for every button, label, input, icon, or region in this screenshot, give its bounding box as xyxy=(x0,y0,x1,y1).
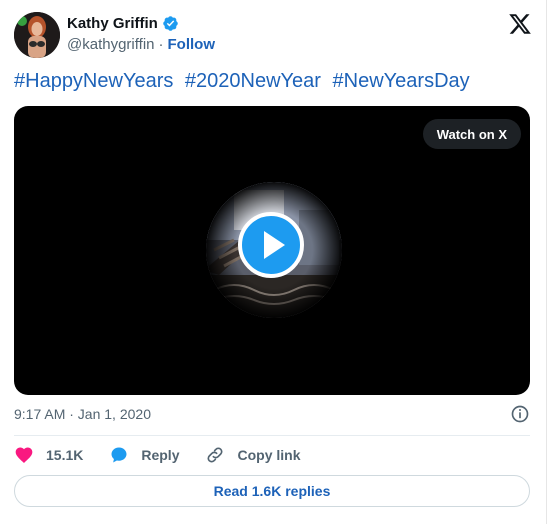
tweet-embed-card: Kathy Griffin @kathygriffin · Follow #Ha… xyxy=(0,0,547,524)
tweet-text: #HappyNewYears #2020NewYear #NewYearsDay xyxy=(14,70,470,93)
author-name-row: Kathy Griffin xyxy=(67,15,179,32)
like-button[interactable]: 15.1K xyxy=(14,445,83,465)
author-name[interactable]: Kathy Griffin xyxy=(67,15,158,32)
author-handle-row: @kathygriffin · Follow xyxy=(67,36,215,53)
author-handle[interactable]: @kathygriffin xyxy=(67,36,155,53)
hashtag-2020newyear[interactable]: #2020NewYear xyxy=(185,70,321,92)
verified-badge-icon xyxy=(163,16,178,31)
tweet-actions: 15.1K Reply Copy link xyxy=(14,444,327,466)
tweet-meta: 9:17 AM · Jan 1, 2020 xyxy=(14,404,530,426)
video-player[interactable]: Watch on X xyxy=(14,106,530,395)
copy-link-button[interactable]: Copy link xyxy=(205,445,301,465)
watch-on-x-button[interactable]: Watch on X xyxy=(422,119,521,149)
play-icon[interactable] xyxy=(238,212,304,278)
avatar[interactable] xyxy=(14,12,60,58)
x-logo-icon[interactable] xyxy=(508,12,532,36)
like-count: 15.1K xyxy=(46,447,84,463)
hashtag-newyearsday[interactable]: #NewYearsDay xyxy=(333,70,470,92)
divider xyxy=(14,435,530,436)
follow-button[interactable]: Follow xyxy=(168,36,216,53)
reply-button[interactable]: Reply xyxy=(109,445,179,465)
copy-link-label: Copy link xyxy=(237,447,301,463)
hashtag-happynewyears[interactable]: #HappyNewYears xyxy=(14,70,173,92)
info-icon[interactable] xyxy=(510,404,530,424)
link-icon xyxy=(208,447,223,463)
read-replies-button[interactable]: Read 1.6K replies xyxy=(14,475,530,507)
separator-dot: · xyxy=(158,36,164,53)
reply-bubble-icon xyxy=(111,447,127,463)
heart-icon xyxy=(15,447,33,463)
timestamp[interactable]: 9:17 AM · Jan 1, 2020 xyxy=(14,406,151,422)
tweet-header: Kathy Griffin @kathygriffin · Follow xyxy=(14,12,534,58)
reply-label: Reply xyxy=(141,447,180,463)
